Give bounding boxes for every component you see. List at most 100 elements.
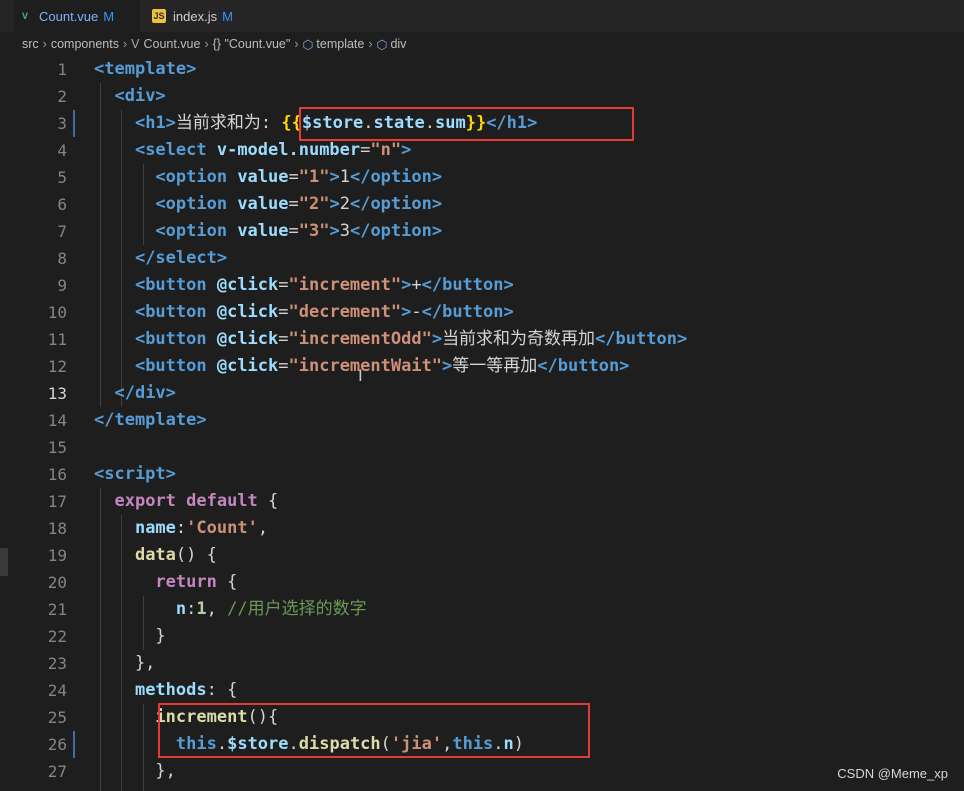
code-token: </button>: [421, 275, 514, 295]
scrollbar[interactable]: [0, 548, 8, 576]
code-line[interactable]: 20 return {: [0, 569, 964, 596]
breadcrumb-item[interactable]: div: [390, 37, 406, 51]
chevron-right-icon: ›: [42, 37, 47, 51]
code-text: },: [94, 758, 175, 785]
code-line[interactable]: 27 },: [0, 758, 964, 785]
code-token: >: [401, 140, 412, 160]
code-token: </option>: [349, 167, 443, 187]
code-line[interactable]: 24 methods: {: [0, 677, 964, 704]
code-token: >: [329, 194, 340, 214]
code-line[interactable]: 1 <template>: [0, 56, 964, 83]
code-token: ,: [206, 599, 228, 619]
line-number: 15: [47, 438, 67, 457]
code-token: @click: [216, 302, 279, 322]
code-token: :: [186, 599, 197, 619]
code-line[interactable]: 23 },: [0, 650, 964, 677]
code-line[interactable]: 11 <button @click="incrementOdd">当前求和为奇数…: [0, 326, 964, 353]
line-number: 3: [57, 114, 67, 133]
code-token: "incrementWait": [288, 356, 443, 376]
code-token: 'Count': [186, 518, 258, 538]
code-token: 当前求和为奇数再加: [442, 329, 596, 349]
code-token: return: [155, 572, 228, 592]
line-number: 19: [47, 546, 67, 565]
code-token: >: [401, 302, 412, 322]
code-token: :: [175, 518, 187, 538]
tab-bar: V Count.vue M JS index.js M: [0, 0, 964, 32]
code-token: ,: [257, 518, 269, 538]
tab-count-vue[interactable]: V Count.vue M: [14, 0, 140, 32]
code-line[interactable]: 16 <script>: [0, 461, 964, 488]
breadcrumb-item[interactable]: template: [316, 37, 364, 51]
code-text: <template>: [94, 56, 196, 83]
line-number: 23: [47, 654, 67, 673]
code-token: <div>: [114, 86, 166, 106]
code-token: 等一等再加: [452, 356, 538, 376]
breadcrumb-item[interactable]: src: [22, 37, 39, 51]
code-token: </select>: [134, 248, 228, 268]
line-number: 22: [47, 627, 67, 646]
code-line[interactable]: 12 <button @click="incrementWait">等一等再加<…: [0, 353, 964, 380]
watermark: CSDN @Meme_xp: [837, 766, 948, 781]
code-line[interactable]: 7 <option value="3">3</option>: [0, 218, 964, 245]
code-line[interactable]: 13 </div>: [0, 380, 964, 407]
line-number: 25: [47, 708, 67, 727]
code-line[interactable]: 21 n:1, //用户选择的数字: [0, 596, 964, 623]
code-editor[interactable]: 1 <template> 2 <div> 3 <h1>当前求和为: {{$store.…: [0, 56, 964, 791]
code-line[interactable]: 17 export default {: [0, 488, 964, 515]
code-line[interactable]: 22 }: [0, 623, 964, 650]
code-token: "2": [298, 194, 330, 214]
code-text: <button @click="increment">+</button>: [94, 272, 514, 299]
code-line[interactable]: 14 </template>: [0, 407, 964, 434]
chevron-right-icon: ›: [122, 37, 128, 51]
code-line[interactable]: 8 </select>: [0, 245, 964, 272]
code-text: <script>: [94, 461, 176, 488]
code-line[interactable]: 19 data() {: [0, 542, 964, 569]
code-token: <select: [134, 140, 217, 160]
breadcrumb-item[interactable]: components: [51, 37, 119, 51]
code-token: @click: [216, 329, 279, 349]
code-token: </div>: [114, 383, 176, 403]
code-token: <button: [134, 356, 217, 376]
code-token: 1: [339, 167, 350, 187]
code-token: 当前求和为:: [175, 113, 282, 133]
breadcrumb-item[interactable]: Count.vue: [143, 37, 200, 51]
line-number: 5: [57, 168, 67, 187]
code-text: },: [94, 650, 155, 677]
code-token: value: [237, 194, 289, 214]
breadcrumb-item[interactable]: {} "Count.vue": [213, 37, 291, 51]
code-token: : {: [206, 680, 238, 700]
code-line[interactable]: 10 <button @click="decrement">-</button>: [0, 299, 964, 326]
code-token: n: [175, 599, 187, 619]
code-token: <option: [155, 167, 238, 187]
code-line[interactable]: 6 <option value="2">2</option>: [0, 191, 964, 218]
element-icon: ⬡: [376, 37, 388, 52]
line-number: 24: [47, 681, 67, 700]
line-number: 21: [47, 600, 67, 619]
code-token: =: [360, 140, 371, 160]
code-token: -: [411, 302, 422, 322]
code-text: export default {: [94, 488, 278, 515]
line-number: 27: [47, 762, 67, 781]
tab-index-js[interactable]: JS index.js M: [152, 0, 233, 32]
code-token: +: [411, 275, 422, 295]
code-line[interactable]: 5 <option value="1">1</option>: [0, 164, 964, 191]
code-line[interactable]: 15: [0, 434, 964, 461]
code-token: 2: [339, 194, 350, 214]
code-token: </button>: [421, 302, 514, 322]
code-line[interactable]: 4 <select v-model.number="n">: [0, 137, 964, 164]
code-line[interactable]: 2 <div>: [0, 83, 964, 110]
code-text: <button @click="incrementOdd">当前求和为奇数再加<…: [94, 326, 687, 353]
line-number: 6: [57, 195, 67, 214]
code-text: </template>: [94, 407, 207, 434]
code-token: <button: [134, 275, 217, 295]
code-line[interactable]: 9 <button @click="increment">+</button>: [0, 272, 964, 299]
code-token: <button: [134, 302, 217, 322]
code-token: }: [94, 626, 166, 646]
code-line[interactable]: 18 name:'Count',: [0, 515, 964, 542]
